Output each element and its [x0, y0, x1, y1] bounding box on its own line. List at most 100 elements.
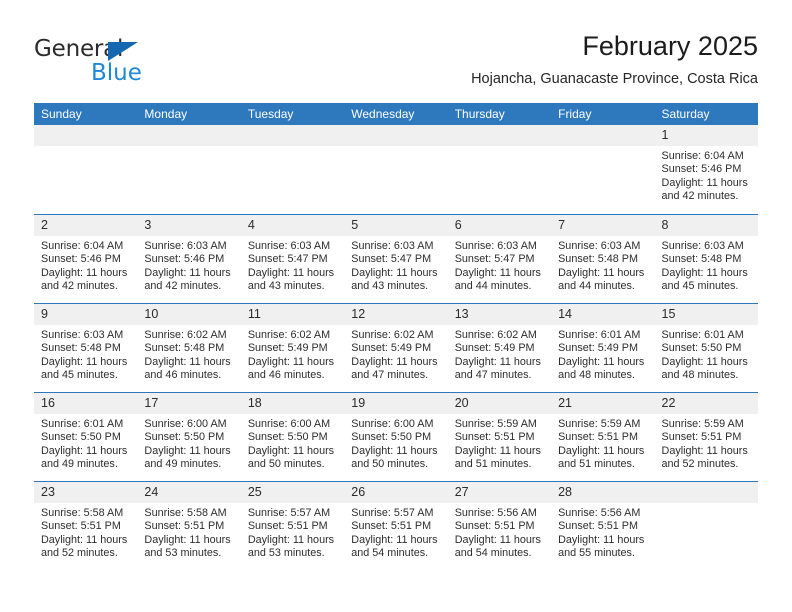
weekday-header-saturday: Saturday [661, 107, 710, 121]
daylight-text: Daylight: 11 hours and 51 minutes. [558, 444, 645, 470]
day-cell[interactable]: 10 Sunrise: 6:02 AM Sunset: 5:48 PM Dayligh… [137, 304, 241, 392]
day-number-band [551, 125, 655, 146]
day-cell-empty [344, 125, 448, 214]
day-cell[interactable]: 14 Sunrise: 6:01 AM Sunset: 5:49 PM Dayligh… [551, 304, 655, 392]
day-number-band [344, 125, 448, 146]
day-cell[interactable]: 28 Sunrise: 5:56 AM Sunset: 5:51 PM Dayligh… [551, 482, 655, 570]
day-cell[interactable]: 15 Sunrise: 6:01 AM Sunset: 5:50 PM Dayligh… [654, 304, 758, 392]
day-sun-info: Sunrise: 5:58 AM Sunset: 5:51 PM Daylight:… [34, 503, 137, 560]
day-cell-empty [447, 125, 552, 214]
sunset-text: Sunset: 5:48 PM [41, 342, 121, 355]
day-cell[interactable]: 9 Sunrise: 6:03 AM Sunset: 5:48 PM Daylight… [34, 304, 138, 392]
day-number-band [654, 125, 758, 146]
day-sun-info: Sunrise: 6:03 AM Sunset: 5:48 PM Daylight:… [655, 236, 758, 293]
day-number: 9 [41, 307, 48, 321]
day-sun-info: Sunrise: 6:03 AM Sunset: 5:47 PM Daylight:… [448, 236, 551, 293]
daylight-text: Daylight: 11 hours and 53 minutes. [247, 533, 335, 559]
day-cell[interactable]: 1 Sunrise: 6:04 AM Sunset: 5:46 PM Daylight… [654, 125, 758, 214]
day-sun-info: Sunrise: 6:04 AM Sunset: 5:46 PM Daylight:… [655, 146, 758, 203]
day-number: 28 [558, 485, 573, 499]
daylight-text: Daylight: 11 hours and 51 minutes. [454, 444, 541, 470]
weekday-header-thursday: Thursday [454, 107, 505, 121]
daylight-text: Daylight: 11 hours and 47 minutes. [351, 355, 438, 381]
sunset-text: Sunset: 5:50 PM [247, 431, 328, 444]
day-cell[interactable]: 12 Sunrise: 6:02 AM Sunset: 5:49 PM Dayligh… [344, 304, 448, 392]
page-title: February 2025 [582, 31, 758, 61]
day-cell[interactable]: 26 Sunrise: 5:57 AM Sunset: 5:51 PM Dayligh… [344, 482, 448, 570]
day-cell-empty [551, 125, 655, 214]
daylight-text: Daylight: 11 hours and 49 minutes. [144, 444, 231, 470]
day-cell-empty [240, 125, 345, 214]
calendar-weeks: 1 Sunrise: 6:04 AM Sunset: 5:46 PM Daylight… [34, 125, 758, 570]
daylight-text: Daylight: 11 hours and 50 minutes. [351, 444, 438, 470]
daylight-text: Daylight: 11 hours and 49 minutes. [41, 444, 128, 470]
day-number: 27 [454, 485, 469, 499]
day-cell[interactable]: 2 Sunrise: 6:04 AM Sunset: 5:46 PM Daylight… [34, 215, 138, 303]
day-number: 26 [351, 485, 366, 499]
day-cell[interactable]: 5 Sunrise: 6:03 AM Sunset: 5:47 PM Daylight… [344, 215, 448, 303]
day-sun-info: Sunrise: 6:02 AM Sunset: 5:48 PM Daylight:… [137, 325, 240, 382]
brand-logo[interactable]: General Blue [34, 36, 234, 92]
day-sun-info: Sunrise: 6:01 AM Sunset: 5:49 PM Daylight:… [551, 325, 654, 382]
day-cell-empty [137, 125, 241, 214]
day-number: 25 [247, 485, 262, 499]
day-number: 16 [41, 396, 55, 410]
daylight-text: Daylight: 11 hours and 43 minutes. [247, 266, 335, 292]
sunrise-text: Sunrise: 6:04 AM [41, 240, 124, 252]
day-cell[interactable]: 6 Sunrise: 6:03 AM Sunset: 5:47 PM Daylight… [447, 215, 552, 303]
day-cell[interactable]: 18 Sunrise: 6:00 AM Sunset: 5:50 PM Dayligh… [240, 393, 345, 481]
weekday-header-friday: Friday [558, 107, 592, 121]
calendar-week-row: 2 Sunrise: 6:04 AM Sunset: 5:46 PM Daylight… [34, 214, 758, 303]
day-number: 3 [144, 218, 152, 232]
day-sun-info: Sunrise: 6:03 AM Sunset: 5:47 PM Daylight:… [344, 236, 447, 293]
daylight-text: Daylight: 11 hours and 44 minutes. [558, 266, 645, 292]
sunrise-text: Sunrise: 5:56 AM [454, 507, 537, 519]
day-sun-info: Sunrise: 6:00 AM Sunset: 5:50 PM Daylight:… [241, 414, 344, 471]
day-number: 7 [558, 218, 566, 232]
day-cell[interactable]: 3 Sunrise: 6:03 AM Sunset: 5:46 PM Daylight… [137, 215, 241, 303]
day-cell[interactable]: 8 Sunrise: 6:03 AM Sunset: 5:48 PM Daylight… [654, 215, 758, 303]
sunset-text: Sunset: 5:48 PM [144, 342, 225, 355]
daylight-text: Daylight: 11 hours and 46 minutes. [144, 355, 231, 381]
daylight-text: Daylight: 11 hours and 48 minutes. [661, 355, 748, 381]
day-number: 4 [247, 218, 255, 232]
day-sun-info: Sunrise: 6:00 AM Sunset: 5:50 PM Daylight:… [137, 414, 240, 471]
sunrise-text: Sunrise: 5:57 AM [351, 507, 434, 519]
sunset-text: Sunset: 5:47 PM [454, 253, 535, 266]
day-cell-empty [654, 482, 758, 570]
sunrise-text: Sunrise: 6:02 AM [144, 329, 227, 341]
day-number: 6 [454, 218, 462, 232]
daylight-text: Daylight: 11 hours and 54 minutes. [351, 533, 438, 559]
brand-name-blue: Blue [91, 60, 142, 86]
day-cell[interactable]: 25 Sunrise: 5:57 AM Sunset: 5:51 PM Dayligh… [240, 482, 345, 570]
sunset-text: Sunset: 5:49 PM [454, 342, 535, 355]
calendar-week-row: 16 Sunrise: 6:01 AM Sunset: 5:50 PM Dayligh… [34, 392, 758, 481]
day-number: 12 [351, 307, 366, 321]
day-cell[interactable]: 23 Sunrise: 5:58 AM Sunset: 5:51 PM Dayligh… [34, 482, 138, 570]
sunrise-text: Sunrise: 6:01 AM [41, 418, 124, 430]
day-cell[interactable]: 17 Sunrise: 6:00 AM Sunset: 5:50 PM Dayligh… [137, 393, 241, 481]
day-cell[interactable]: 20 Sunrise: 5:59 AM Sunset: 5:51 PM Dayligh… [447, 393, 552, 481]
day-cell[interactable]: 24 Sunrise: 5:58 AM Sunset: 5:51 PM Dayligh… [137, 482, 241, 570]
sunrise-text: Sunrise: 6:00 AM [144, 418, 227, 430]
weekday-header-row: Sunday Monday Tuesday Wednesday Thursday Frid… [34, 103, 758, 125]
day-sun-info: Sunrise: 5:59 AM Sunset: 5:51 PM Daylight:… [655, 414, 758, 471]
day-number-band [240, 215, 345, 236]
sunrise-text: Sunrise: 5:57 AM [247, 507, 331, 519]
sunrise-text: Sunrise: 5:58 AM [144, 507, 227, 519]
day-cell[interactable]: 21 Sunrise: 5:59 AM Sunset: 5:51 PM Dayligh… [551, 393, 655, 481]
day-sun-info: Sunrise: 5:59 AM Sunset: 5:51 PM Daylight:… [551, 414, 654, 471]
day-cell[interactable]: 4 Sunrise: 6:03 AM Sunset: 5:47 PM Daylight… [240, 215, 345, 303]
day-cell[interactable]: 19 Sunrise: 6:00 AM Sunset: 5:50 PM Dayligh… [344, 393, 448, 481]
day-cell[interactable]: 22 Sunrise: 5:59 AM Sunset: 5:51 PM Dayligh… [654, 393, 758, 481]
day-number: 15 [661, 307, 676, 321]
day-cell[interactable]: 27 Sunrise: 5:56 AM Sunset: 5:51 PM Dayligh… [447, 482, 552, 570]
sunset-text: Sunset: 5:51 PM [247, 520, 328, 533]
day-cell[interactable]: 13 Sunrise: 6:02 AM Sunset: 5:49 PM Dayligh… [447, 304, 552, 392]
sunset-text: Sunset: 5:49 PM [351, 342, 432, 355]
daylight-text: Daylight: 11 hours and 47 minutes. [454, 355, 541, 381]
day-cell[interactable]: 11 Sunrise: 6:02 AM Sunset: 5:49 PM Dayligh… [240, 304, 345, 392]
day-cell[interactable]: 7 Sunrise: 6:03 AM Sunset: 5:48 PM Daylight… [551, 215, 655, 303]
day-cell[interactable]: 16 Sunrise: 6:01 AM Sunset: 5:50 PM Dayligh… [34, 393, 138, 481]
day-number: 24 [144, 485, 159, 499]
